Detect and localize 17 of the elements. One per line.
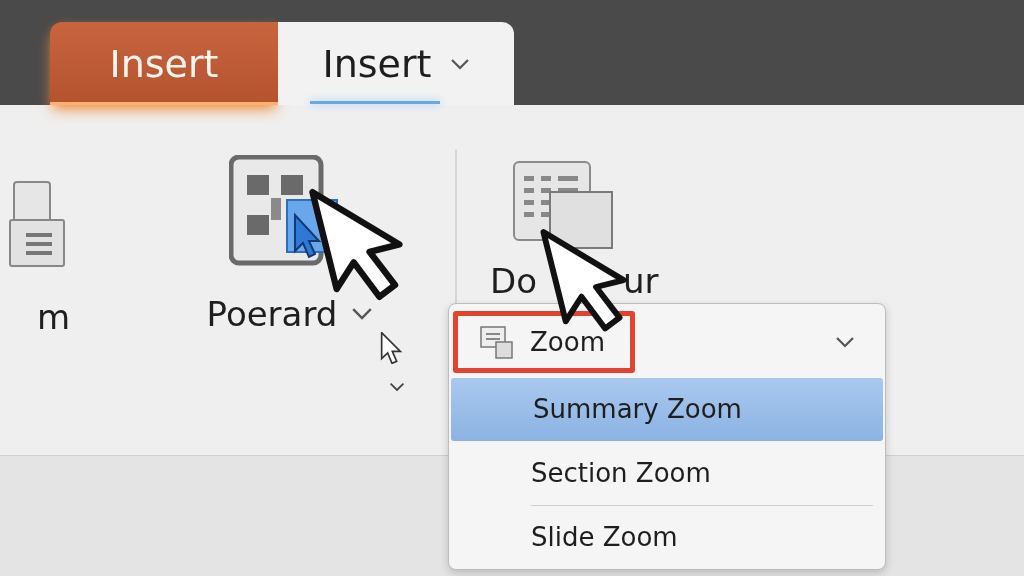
ribbon-tab[interactable]: Insert xyxy=(50,22,278,105)
chevron-down-icon[interactable] xyxy=(449,58,470,70)
button-label[interactable]: Do xyxy=(490,264,537,298)
menu-item[interactable]: Slide Zoom xyxy=(449,505,885,569)
button-label[interactable]: Poerard xyxy=(206,297,338,331)
pointer-icon xyxy=(378,332,404,364)
button-label[interactable]: ur xyxy=(623,264,659,298)
document-icon xyxy=(8,180,66,270)
menu-item[interactable]: Summary Zoom xyxy=(451,377,883,441)
zoom-icon xyxy=(480,324,514,359)
ribbon-tab[interactable]: Insert xyxy=(278,22,514,105)
chevron-down-icon[interactable] xyxy=(351,307,374,321)
chevron-down-icon[interactable] xyxy=(835,335,855,348)
menu-item[interactable]: Section Zoom xyxy=(449,441,885,505)
zoom-icon[interactable] xyxy=(512,160,616,252)
expand-icon[interactable] xyxy=(389,382,405,392)
button-label[interactable]: m xyxy=(36,300,70,334)
